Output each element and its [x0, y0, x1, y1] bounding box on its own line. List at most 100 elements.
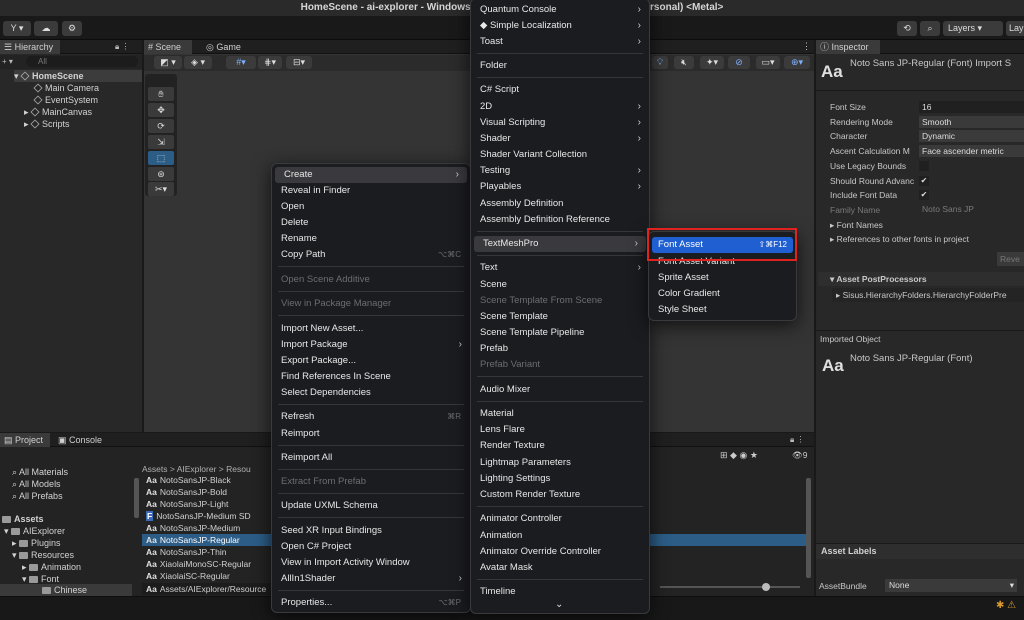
tab-scene[interactable]: # Scene	[144, 40, 192, 54]
menu-scene-template[interactable]: Scene Template	[471, 309, 649, 325]
tab-inspector[interactable]: ⓘ Inspector	[816, 40, 880, 54]
tab-console[interactable]: ▣ Console	[54, 433, 108, 447]
menu-render-texture[interactable]: Render Texture	[471, 438, 649, 454]
menu-prefab[interactable]: Prefab	[471, 341, 649, 357]
cloud-icon[interactable]: ☁	[34, 21, 58, 36]
menu-import-new-asset[interactable]: Import New Asset...	[272, 321, 470, 337]
menu-custom-render-texture[interactable]: Custom Render Texture	[471, 487, 649, 503]
hierarchy-item-homescene[interactable]: ▾ HomeScene	[14, 70, 142, 82]
menu-text[interactable]: Text ›	[471, 260, 649, 276]
menu-scene-template-pipeline[interactable]: Scene Template Pipeline	[471, 325, 649, 341]
bug-icon[interactable]: ✱ ⚠	[996, 600, 1016, 611]
menu-testing[interactable]: Testing ›	[471, 163, 649, 179]
file-item[interactable]: Aa NotoSansJP-Black	[142, 474, 272, 486]
tree-aiexplorer[interactable]: ▾ AIExplorer	[4, 525, 65, 537]
grid-snap-dropdown[interactable]: #▾	[226, 56, 256, 69]
character-dropdown[interactable]: Dynamic	[919, 130, 1024, 142]
settings-icon[interactable]: ⚙	[62, 21, 82, 36]
font-size-field[interactable]: 16	[919, 101, 1024, 113]
icon-size-slider-thumb[interactable]	[762, 583, 770, 591]
layers-dropdown[interactable]: Layers ▾	[943, 21, 1003, 36]
tree-scrollbar[interactable]	[134, 478, 139, 518]
custom-tool-icon[interactable]: ✂▾	[148, 182, 174, 196]
menu-view-import-activity[interactable]: View in Import Activity Window	[272, 555, 470, 571]
draw-mode-dropdown[interactable]: ◩ ▾	[154, 56, 182, 69]
menu-reimport-all[interactable]: Reimport All	[272, 450, 470, 466]
tree-animation[interactable]: ▸ Animation	[22, 561, 81, 573]
tree-chinese[interactable]: Chinese	[0, 584, 132, 596]
favorite-all-prefabs[interactable]: ⌕ All Prefabs	[12, 490, 63, 502]
hierarchy-item-main-camera[interactable]: Main Camera	[33, 82, 99, 94]
file-item[interactable]: Aa NotoSansJP-Light	[142, 498, 272, 510]
menu-textmeshpro[interactable]: TextMeshPro ›	[474, 236, 646, 252]
scene-menu-icon[interactable]: ⋮	[802, 41, 811, 52]
menu-shader-variant-collection[interactable]: Shader Variant Collection	[471, 147, 649, 163]
file-item[interactable]: Aa XiaolaiSC-Regular	[142, 570, 272, 582]
icon-size-slider[interactable]	[660, 586, 800, 588]
menu-2d[interactable]: 2D ›	[471, 99, 649, 115]
ascent-dropdown[interactable]: Face ascender metric	[919, 145, 1024, 157]
legacy-bounds-checkbox[interactable]	[919, 161, 929, 171]
hierarchy-item-scripts[interactable]: ▸ Scripts	[24, 118, 70, 130]
file-item-selected[interactable]: Aa NotoSansJP-Regular	[142, 534, 272, 546]
menu-animator-controller[interactable]: Animator Controller	[471, 511, 649, 527]
menu-folder[interactable]: Folder	[471, 58, 649, 74]
breadcrumb[interactable]: Assets > AIExplorer > Resou	[142, 464, 272, 474]
menu-audio-mixer[interactable]: Audio Mixer	[471, 382, 649, 398]
assetbundle-dropdown[interactable]: None ▾	[885, 579, 1017, 592]
move-tool-icon[interactable]: ✥	[148, 103, 174, 117]
menu-import-package[interactable]: Import Package ›	[272, 337, 470, 353]
snap-increment-dropdown[interactable]: ⋕▾	[258, 56, 282, 69]
layout-dropdown[interactable]: Lay	[1006, 21, 1024, 36]
favorite-all-models[interactable]: ⌕ All Models	[12, 478, 61, 490]
menu-animation[interactable]: Animation	[471, 528, 649, 544]
menu-lighting-settings[interactable]: Lighting Settings	[471, 471, 649, 487]
menu-create[interactable]: Create ›	[275, 167, 467, 183]
filter-icons[interactable]: ⊞ ◆ ◉ ★	[720, 450, 758, 461]
menu-delete[interactable]: Delete	[272, 215, 470, 231]
menu-color-gradient[interactable]: Color Gradient	[649, 286, 796, 302]
menu-seed-xr-input[interactable]: Seed XR Input Bindings	[272, 523, 470, 539]
effects-dropdown[interactable]: ✦▾	[700, 56, 724, 69]
scroll-down-icon[interactable]: ⌄	[555, 599, 563, 610]
audio-toggle-icon[interactable]: 🔇︎	[674, 56, 694, 69]
hierarchy-search-input[interactable]: All	[26, 56, 138, 67]
postprocessors-header[interactable]: ▾ Asset PostProcessors	[818, 272, 1024, 286]
menu-refresh[interactable]: Refresh ⌘R	[272, 409, 470, 425]
rendering-mode-dropdown[interactable]: Smooth	[919, 116, 1024, 128]
rect-tool-icon[interactable]: ⬚	[148, 151, 174, 165]
menu-select-dependencies[interactable]: Select Dependencies	[272, 385, 470, 401]
align-dropdown[interactable]: ⊟▾	[286, 56, 312, 69]
camera-dropdown[interactable]: ▭▾	[756, 56, 780, 69]
file-item[interactable]: F NotoSansJP-Medium SD	[142, 510, 272, 522]
menu-shader[interactable]: Shader ›	[471, 131, 649, 147]
menu-style-sheet[interactable]: Style Sheet	[649, 302, 796, 318]
menu-avatar-mask[interactable]: Avatar Mask	[471, 560, 649, 576]
transform-tool-icon[interactable]: ⊛	[148, 167, 174, 181]
menu-simple-localization[interactable]: ◆ Simple Localization ›	[471, 18, 649, 34]
hierarchy-item-maincanvas[interactable]: ▸ MainCanvas	[24, 106, 92, 118]
round-advance-checkbox[interactable]: ✔	[919, 176, 929, 186]
menu-lens-flare[interactable]: Lens Flare	[471, 422, 649, 438]
tab-hierarchy[interactable]: ☰ Hierarchy	[0, 40, 60, 54]
file-item[interactable]: Aa NotoSansJP-Bold	[142, 486, 272, 498]
file-item[interactable]: Aa XiaolaiMonoSC-Regular	[142, 558, 272, 570]
lock-icon[interactable]: 🔒︎ ⋮	[115, 42, 129, 52]
lighting-toggle-icon[interactable]: 💡︎	[652, 56, 668, 69]
menu-sprite-asset[interactable]: Sprite Asset	[649, 270, 796, 286]
menu-export-package[interactable]: Export Package...	[272, 353, 470, 369]
menu-copy-path[interactable]: Copy Path ⌥⌘C	[272, 247, 470, 263]
file-item[interactable]: Aa NotoSansJP-Thin	[142, 546, 272, 558]
search-icon[interactable]: ⌕	[920, 21, 940, 36]
menu-properties[interactable]: Properties... ⌥⌘P	[272, 595, 470, 611]
favorite-all-materials[interactable]: ⌕ All Materials	[12, 466, 68, 478]
menu-playables[interactable]: Playables ›	[471, 179, 649, 195]
file-scrollbar[interactable]	[806, 478, 811, 578]
hidden-count[interactable]: 👁︎9	[792, 450, 808, 461]
menu-timeline[interactable]: Timeline	[471, 584, 649, 600]
scale-tool-icon[interactable]: ⇲	[148, 135, 174, 149]
menu-update-uxml-schema[interactable]: Update UXML Schema	[272, 498, 470, 514]
menu-visual-scripting[interactable]: Visual Scripting ›	[471, 115, 649, 131]
menu-find-references[interactable]: Find References In Scene	[272, 369, 470, 385]
lock-icon[interactable]: 🔒︎ ⋮	[790, 435, 804, 445]
